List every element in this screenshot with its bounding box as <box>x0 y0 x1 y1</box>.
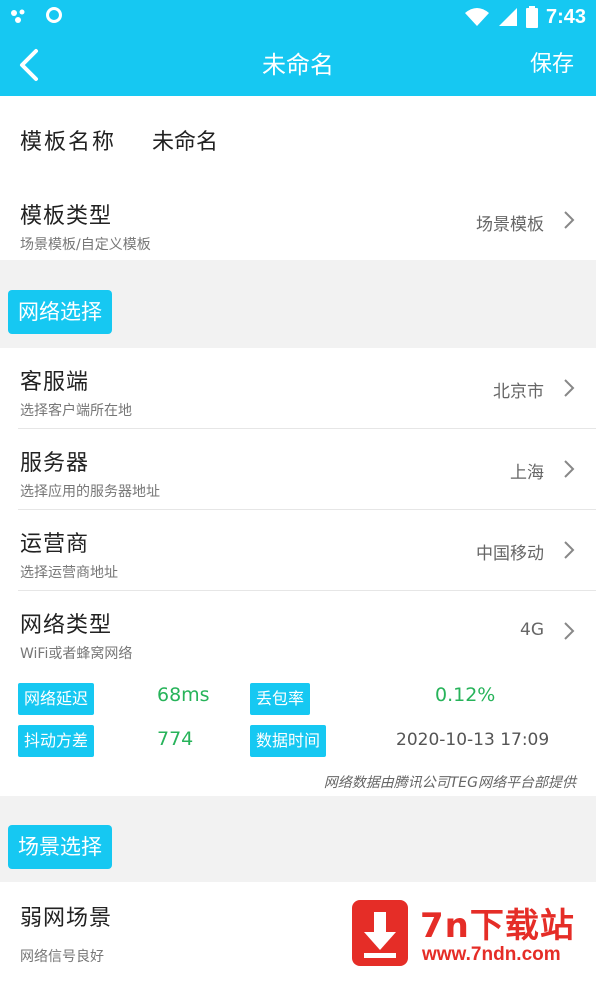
scene-sub: 网络信号良好 <box>20 949 104 965</box>
wifi-icon <box>464 8 489 26</box>
client-label: 客服端 <box>20 370 90 395</box>
title-bar: 未命名 保存 <box>0 34 596 96</box>
notification-dots-icon <box>11 9 25 23</box>
download-icon <box>352 900 408 966</box>
client-value: 北京市 <box>493 382 544 402</box>
signal-icon <box>498 8 517 26</box>
template-type-value: 场景模板 <box>476 215 544 235</box>
watermark-url: www.7ndn.com <box>422 944 561 965</box>
packet-loss-value: 0.12% <box>435 684 496 706</box>
network-type-label: 网络类型 <box>20 613 113 638</box>
chevron-right-icon <box>564 460 575 478</box>
row-carrier[interactable]: 运营商 选择运营商地址 中国移动 <box>0 510 596 591</box>
carrier-sub: 选择运营商地址 <box>20 565 118 581</box>
data-time-value: 2020-10-13 17:09 <box>396 730 550 750</box>
carrier-label: 运营商 <box>20 532 90 557</box>
template-name-value[interactable]: 未命名 <box>152 124 218 156</box>
client-sub: 选择客户端所在地 <box>20 403 132 419</box>
data-time-tag: 数据时间 <box>250 725 327 757</box>
chevron-right-icon <box>564 622 575 640</box>
status-bar: 7:43 <box>0 0 596 34</box>
template-type-label: 模板类型 <box>20 204 113 229</box>
template-name-row[interactable]: 模板名称 未命名 <box>0 96 596 182</box>
template-type-row[interactable]: 模板类型 场景模板/自定义模板 场景模板 <box>0 182 596 260</box>
server-sub: 选择应用的服务器地址 <box>20 484 160 500</box>
save-button[interactable]: 保存 <box>530 34 574 96</box>
server-label: 服务器 <box>20 451 90 476</box>
template-type-sub: 场景模板/自定义模板 <box>20 237 151 253</box>
template-name-label: 模板名称 <box>20 130 117 155</box>
row-network-type[interactable]: 网络类型 WiFi或者蜂窝网络 4G <box>0 591 596 672</box>
watermark-title: 7n下载站 <box>420 906 575 946</box>
scene-label: 弱网场景 <box>20 906 113 931</box>
chevron-right-icon <box>564 541 575 559</box>
chevron-right-icon <box>564 211 575 229</box>
latency-value: 68ms <box>157 684 210 706</box>
carrier-value: 中国移动 <box>476 544 544 564</box>
chevron-right-icon <box>564 379 575 397</box>
network-section-tag: 网络选择 <box>8 290 112 334</box>
clock-time: 7:43 <box>545 5 586 28</box>
watermark-logo: 7n下载站 www.7ndn.com <box>352 896 592 976</box>
page-title: 未命名 <box>262 51 334 79</box>
packet-loss-tag: 丢包率 <box>250 683 311 715</box>
server-value: 上海 <box>510 463 544 483</box>
row-client[interactable]: 客服端 选择客户端所在地 北京市 <box>0 348 596 429</box>
jitter-tag: 抖动方差 <box>18 725 95 757</box>
row-server[interactable]: 服务器 选择应用的服务器地址 上海 <box>0 429 596 510</box>
scene-section-tag: 场景选择 <box>8 825 112 869</box>
sync-icon <box>46 7 62 23</box>
data-source-note: 网络数据由腾讯公司TEG网络平台部提供 <box>323 775 576 791</box>
jitter-value: 774 <box>157 728 194 750</box>
network-type-value: 4G <box>520 620 544 640</box>
latency-tag: 网络延迟 <box>18 683 95 715</box>
network-type-sub: WiFi或者蜂窝网络 <box>20 646 133 662</box>
battery-icon <box>525 6 538 28</box>
